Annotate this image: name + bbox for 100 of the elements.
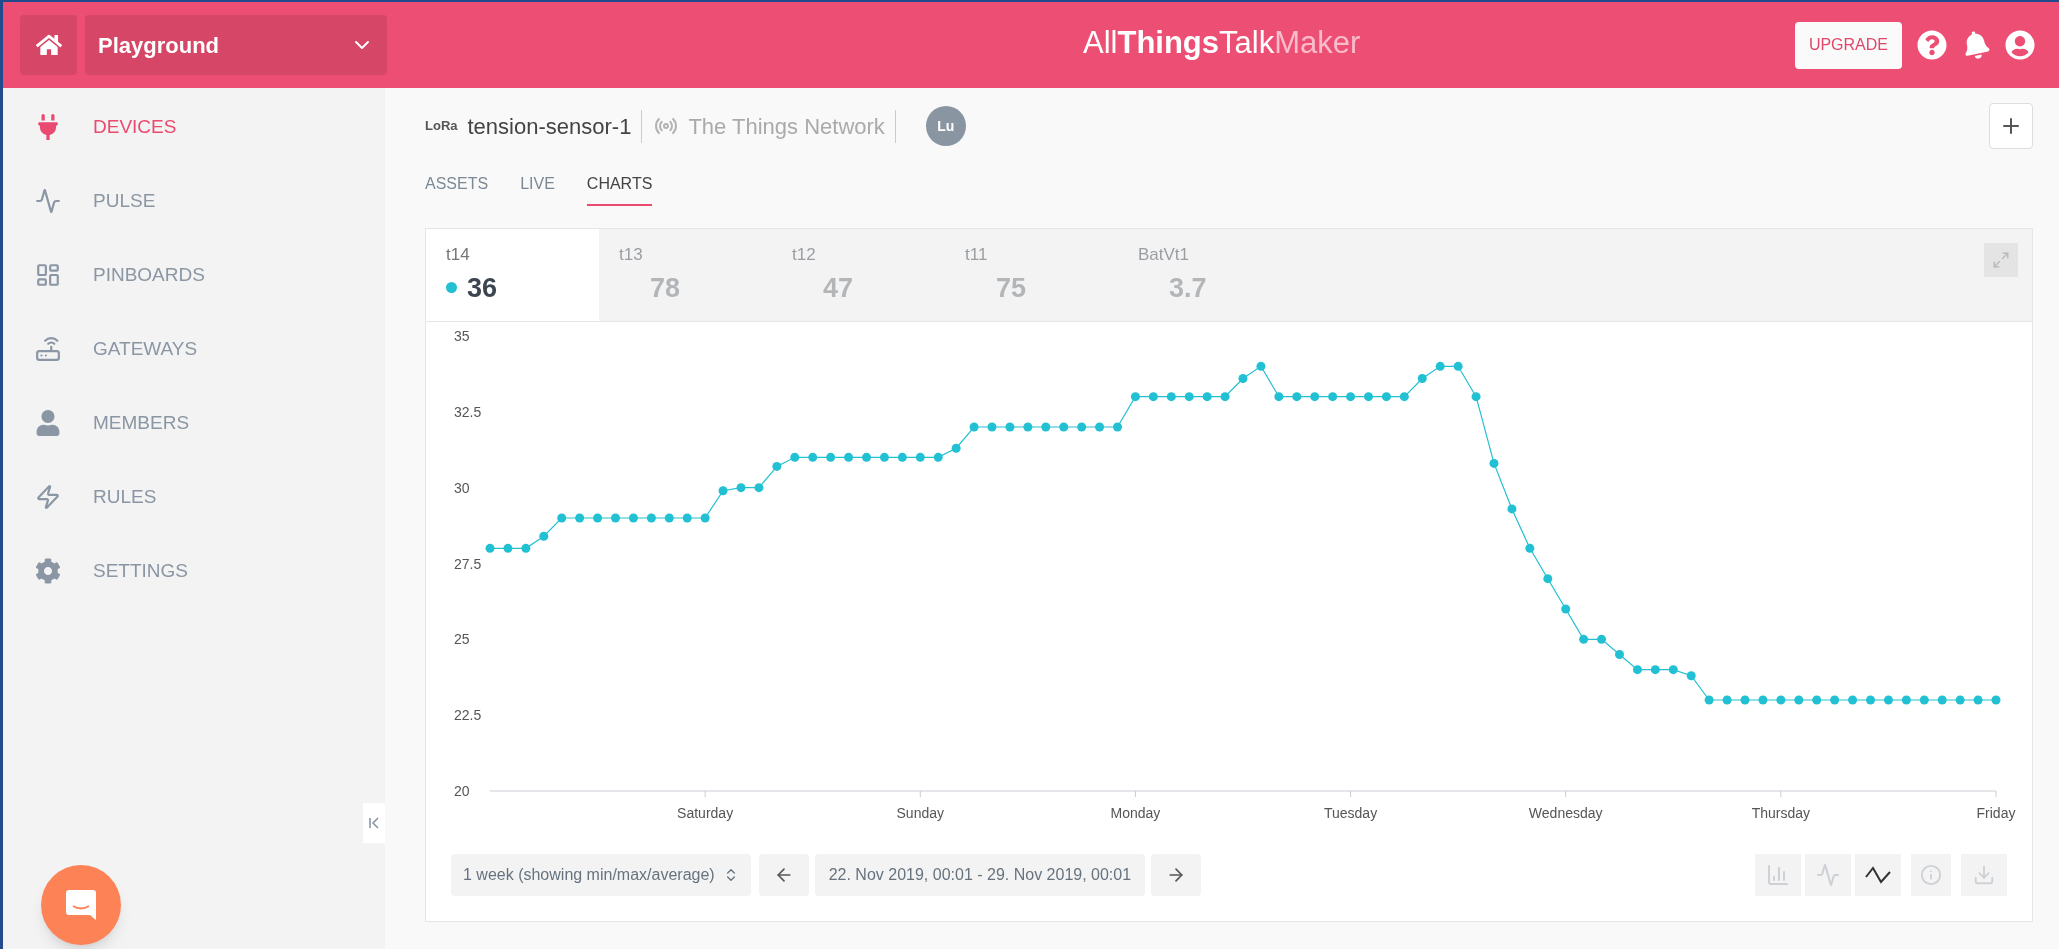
sidebar-item[interactable]: GATEWAYS [3, 312, 385, 386]
data-point [1292, 392, 1302, 402]
previous-button[interactable] [758, 854, 809, 896]
chart-type-button[interactable] [1855, 854, 1901, 896]
data-point [1740, 695, 1750, 705]
data-point [951, 443, 961, 453]
data-point [628, 513, 638, 523]
y-tick-label: 20 [454, 783, 470, 799]
range-select[interactable]: 1 week (showing min/max/average) [451, 854, 751, 896]
data-point [539, 531, 549, 541]
user-icon[interactable] [2005, 30, 2035, 60]
x-tick-label: Tuesday [1324, 805, 1378, 821]
data-point [1937, 695, 1947, 705]
data-point [503, 543, 513, 553]
data-point [1812, 695, 1822, 705]
add-button[interactable] [1989, 103, 2033, 149]
tab[interactable]: CHARTS [586, 172, 653, 206]
y-tick-label: 30 [454, 479, 470, 496]
data-point [1955, 695, 1965, 705]
sidebar-item[interactable]: PINBOARDS [3, 238, 385, 312]
data-point [1866, 695, 1875, 705]
metric-tab[interactable]: t14 36 [426, 229, 599, 321]
data-point [1632, 665, 1642, 675]
data-point [1848, 695, 1858, 705]
data-point [1113, 422, 1122, 432]
bar-chart-icon [1766, 863, 1790, 887]
data-point [1041, 422, 1051, 432]
data-point [557, 513, 567, 523]
device-name: tension-sensor-1 [467, 109, 643, 143]
gear-icon [35, 558, 61, 584]
data-point [1507, 504, 1517, 514]
upgrade-button[interactable]: UPGRADE [1794, 21, 1902, 69]
y-tick-label: 32.5 [454, 403, 482, 420]
y-tick-label: 35 [454, 328, 470, 344]
data-point [736, 483, 746, 493]
data-point [915, 452, 925, 462]
data-point [1148, 392, 1158, 402]
data-point [1489, 458, 1499, 468]
data-point [1794, 695, 1804, 705]
data-point [1095, 422, 1105, 432]
x-tick-label: Monday [1110, 805, 1161, 821]
sidebar-item[interactable]: RULES [3, 460, 385, 534]
data-point [1615, 650, 1624, 659]
home-icon [35, 32, 62, 58]
y-tick-label: 22.5 [454, 707, 482, 724]
data-point [1650, 665, 1660, 675]
next-button[interactable] [1151, 854, 1202, 896]
data-point [1130, 392, 1140, 402]
sidebar-item[interactable]: PULSE [3, 164, 385, 238]
data-point [826, 452, 836, 462]
data-point [1077, 422, 1087, 432]
data-point [969, 422, 979, 432]
sidebar-item[interactable]: MEMBERS [3, 386, 385, 460]
data-point [897, 452, 907, 462]
data-point [1256, 361, 1266, 371]
data-point [1059, 422, 1069, 432]
data-point [1364, 392, 1373, 402]
data-point [1184, 392, 1194, 402]
data-point [1346, 392, 1356, 402]
data-point [1901, 695, 1911, 705]
plug-icon [35, 114, 61, 140]
data-point [1543, 574, 1553, 584]
data-point [700, 513, 710, 523]
data-point [1561, 604, 1571, 614]
data-point [1238, 373, 1248, 383]
help-icon[interactable] [1917, 30, 1947, 60]
data-point [1453, 361, 1463, 371]
data-point [646, 513, 656, 523]
data-point [1220, 392, 1230, 402]
data-point [1830, 695, 1840, 705]
x-tick-label: Sunday [896, 805, 945, 821]
tab[interactable]: ASSETS [425, 172, 489, 206]
info-icon [1920, 864, 1942, 886]
data-point [1435, 361, 1445, 371]
data-point [1381, 392, 1391, 402]
data-point [1973, 695, 1983, 705]
data-point [1579, 634, 1589, 644]
home-button[interactable] [20, 15, 77, 75]
data-point [1722, 695, 1732, 705]
sidebar-item[interactable]: SETTINGS [3, 534, 385, 608]
data-point [1883, 695, 1893, 705]
data-point [1919, 695, 1929, 705]
x-tick-label: Friday [1976, 805, 2016, 821]
data-point [808, 452, 818, 462]
data-point [1704, 695, 1714, 705]
data-point [1005, 422, 1015, 432]
data-point [1310, 392, 1320, 402]
line-chart-icon [1816, 863, 1840, 887]
workspace-dropdown[interactable]: Playground [85, 15, 387, 75]
data-point [1274, 392, 1284, 402]
data-point [1399, 392, 1409, 402]
tab[interactable]: LIVE [520, 172, 555, 206]
logo: AllThingsTalkMaker [1083, 27, 1361, 58]
network-name: The Things Network [688, 109, 896, 143]
collapse-button[interactable] [363, 803, 385, 843]
router-icon [35, 336, 61, 362]
data-point [1525, 543, 1535, 553]
data-point [1686, 671, 1696, 681]
data-point [718, 486, 728, 496]
sidebar-item[interactable]: DEVICES [3, 90, 385, 164]
